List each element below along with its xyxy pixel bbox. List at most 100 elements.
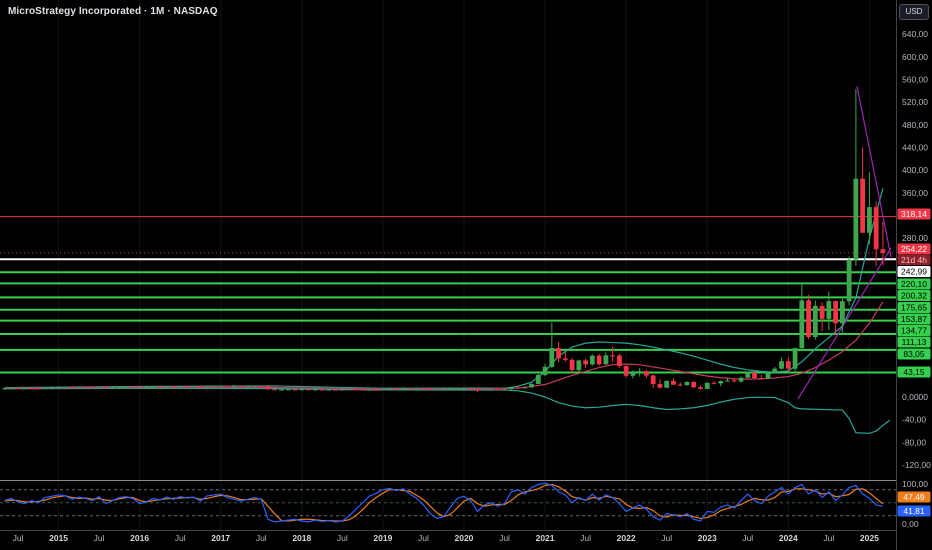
candle-body — [495, 389, 501, 391]
candle-body — [421, 388, 426, 390]
candle-body — [745, 372, 751, 378]
chart-legend-title[interactable]: MicroStrategy Incorporated · 1M · NASDAQ — [8, 6, 218, 17]
price-tick-label: 520,00 — [902, 97, 928, 107]
candle-body — [623, 366, 629, 376]
candle-body — [198, 386, 203, 388]
candle-body — [630, 372, 636, 376]
candle-body — [691, 381, 697, 388]
candle-body — [312, 389, 318, 391]
candle-body — [15, 388, 21, 390]
time-tick-label: 2016 — [130, 533, 149, 543]
candle-body — [454, 388, 460, 390]
candle-body — [157, 386, 163, 388]
candle-body — [400, 388, 406, 390]
candle-body — [792, 348, 798, 369]
candle-body — [8, 388, 14, 390]
candle-body — [684, 381, 690, 386]
candle-body — [731, 380, 737, 382]
time-tick-label: Jul — [94, 533, 105, 543]
last-price-badge-label: 254,22 — [901, 244, 927, 254]
candle-body — [116, 386, 122, 388]
candle-body — [292, 389, 298, 391]
candle-body — [576, 360, 582, 371]
candle-body — [657, 383, 663, 388]
candle-body — [650, 375, 656, 384]
candle-body — [96, 386, 102, 388]
candle-body — [137, 386, 143, 388]
candle-body — [272, 389, 278, 391]
chart-canvas[interactable]: 640,00 600,00 560,00 520,00 480,00 440,00 400,… — [0, 0, 932, 550]
currency-toggle-button[interactable]: USD — [899, 4, 929, 20]
bar-countdown-badge-label: 21d 4h — [901, 255, 927, 265]
candle-body — [698, 387, 703, 389]
price-level-badge-label: 220,10 — [901, 279, 927, 289]
candle-body — [427, 389, 433, 391]
candle-body — [319, 389, 325, 391]
price-tick-label: 560,00 — [902, 74, 928, 84]
candle-body — [860, 178, 866, 233]
candle-body — [448, 388, 453, 390]
price-level-badge-label: 111,13 — [902, 337, 927, 347]
candle-body — [177, 386, 183, 388]
candle-body — [69, 386, 75, 388]
candle-body — [326, 389, 332, 391]
candle-body — [279, 389, 284, 391]
price-tick-label: -40,00 — [902, 415, 926, 425]
candle-body — [738, 377, 744, 382]
price-level-badge-label: 83,05 — [903, 349, 925, 359]
candle-body — [873, 207, 879, 250]
candle-body — [475, 389, 480, 391]
candle-body — [76, 386, 82, 388]
candle-body — [252, 385, 257, 387]
oscillator-orange-badge-label: 47,49 — [903, 492, 925, 502]
candle-body — [799, 300, 805, 349]
candle-body — [725, 380, 730, 382]
oscillator-tick-label: 0,00 — [902, 519, 919, 529]
time-tick-label: 2015 — [49, 533, 68, 543]
price-tick-label: 360,00 — [902, 188, 928, 198]
candle-body — [616, 355, 622, 367]
candle-body — [589, 355, 595, 365]
time-tick-label: 2022 — [617, 533, 636, 543]
candle-body — [583, 360, 589, 365]
candle-body — [218, 385, 224, 387]
time-tick-label: 2017 — [211, 533, 230, 543]
candle-body — [637, 371, 643, 373]
candle-body — [819, 305, 825, 319]
candle-body — [785, 361, 791, 369]
time-tick-label: 2021 — [536, 533, 555, 543]
candle-body — [644, 371, 649, 376]
candle-body — [556, 348, 561, 359]
candle-body — [265, 386, 271, 390]
price-level-badge-label: 134,77 — [901, 326, 927, 336]
time-tick-label: Jul — [256, 533, 267, 543]
oscillator-tick-label: 100,00 — [902, 479, 928, 489]
candle-body — [839, 301, 845, 324]
candle-body — [853, 178, 859, 260]
candle-body — [542, 366, 548, 375]
candle-body — [596, 355, 602, 365]
candle-body — [468, 388, 474, 390]
candle-body — [22, 388, 28, 390]
time-tick-label: 2025 — [860, 533, 879, 543]
time-tick-label: 2024 — [779, 533, 798, 543]
candle-body — [387, 388, 393, 390]
time-tick-label: Jul — [823, 533, 834, 543]
candle-body — [826, 301, 832, 319]
candle-body — [143, 387, 149, 389]
candle-body — [191, 386, 197, 388]
candle-body — [366, 389, 372, 391]
time-tick-label: Jul — [499, 533, 510, 543]
candle-body — [83, 386, 88, 388]
candle-body — [752, 372, 757, 379]
candle-body — [164, 386, 170, 388]
price-tick-label: 600,00 — [902, 52, 928, 62]
time-tick-label: Jul — [337, 533, 348, 543]
candle-body — [718, 381, 724, 384]
candle-body — [258, 385, 264, 387]
time-tick-label: 2018 — [292, 533, 311, 543]
candle-body — [866, 207, 872, 233]
candle-body — [610, 355, 616, 357]
candle-body — [238, 386, 244, 388]
candle-body — [225, 385, 230, 387]
